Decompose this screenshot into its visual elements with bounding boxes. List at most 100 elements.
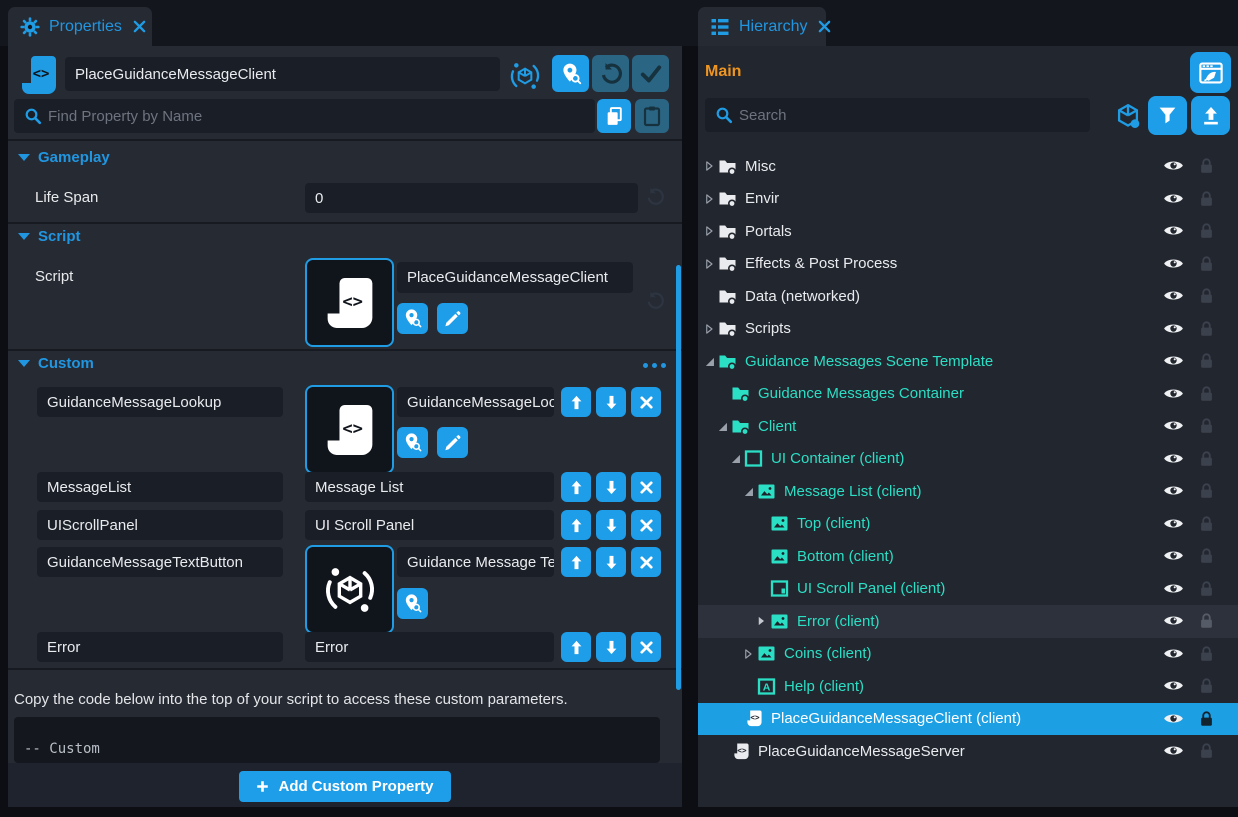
filter-button[interactable] bbox=[1148, 96, 1187, 135]
lock-icon[interactable] bbox=[1200, 677, 1214, 695]
custom-edit-button[interactable] bbox=[437, 427, 468, 458]
expand-arrow-icon[interactable] bbox=[726, 452, 744, 466]
visibility-eye-icon[interactable] bbox=[1163, 711, 1185, 727]
tree-item-guidance-messages-scene-template[interactable]: Guidance Messages Scene Template bbox=[698, 345, 1238, 378]
move-down-button[interactable] bbox=[596, 472, 626, 502]
tree-item-data-networked[interactable]: Data (networked) bbox=[698, 280, 1238, 313]
custom-find-button[interactable] bbox=[397, 588, 428, 619]
tree-item-portals[interactable]: Portals bbox=[698, 215, 1238, 248]
expand-arrow-icon[interactable] bbox=[700, 224, 718, 238]
tree-item-client[interactable]: Client bbox=[698, 410, 1238, 443]
lock-icon[interactable] bbox=[1200, 612, 1214, 630]
lock-icon[interactable] bbox=[1200, 385, 1214, 403]
find-in-scene-button[interactable] bbox=[552, 55, 589, 92]
custom-name-input[interactable] bbox=[37, 632, 283, 662]
tab-properties[interactable]: Properties bbox=[8, 7, 152, 46]
hierarchy-root-label[interactable]: Main bbox=[705, 63, 741, 81]
custom-name-input[interactable] bbox=[37, 547, 283, 577]
remove-button[interactable] bbox=[631, 472, 661, 502]
lock-icon[interactable] bbox=[1200, 222, 1214, 240]
tree-item-envir[interactable]: Envir bbox=[698, 183, 1238, 216]
visibility-eye-icon[interactable] bbox=[1163, 581, 1185, 597]
expand-arrow-icon[interactable] bbox=[752, 614, 770, 628]
tree-item-placeguidancemessageclient-client[interactable]: <>PlaceGuidanceMessageClient (client) bbox=[698, 703, 1238, 736]
lock-icon[interactable] bbox=[1200, 157, 1214, 175]
visibility-eye-icon[interactable] bbox=[1163, 353, 1185, 369]
lock-icon[interactable] bbox=[1200, 352, 1214, 370]
section-custom[interactable]: Custom bbox=[18, 355, 94, 372]
tree-item-placeguidancemessageserver[interactable]: <>PlaceGuidanceMessageServer bbox=[698, 735, 1238, 768]
tree-item-guidance-messages-container[interactable]: Guidance Messages Container bbox=[698, 378, 1238, 411]
tab-hierarchy-close-button[interactable] bbox=[818, 20, 831, 33]
custom-name-input[interactable] bbox=[37, 387, 283, 417]
tab-properties-close-button[interactable] bbox=[133, 20, 146, 33]
confirm-button[interactable] bbox=[632, 55, 669, 92]
template-icon[interactable] bbox=[509, 60, 541, 92]
expand-arrow-icon[interactable] bbox=[739, 484, 757, 498]
cube-select-icon[interactable] bbox=[1114, 102, 1142, 130]
move-up-button[interactable] bbox=[561, 547, 591, 577]
visibility-eye-icon[interactable] bbox=[1163, 743, 1185, 759]
visibility-eye-icon[interactable] bbox=[1163, 516, 1185, 532]
visibility-eye-icon[interactable] bbox=[1163, 386, 1185, 402]
visibility-eye-icon[interactable] bbox=[1163, 158, 1185, 174]
script-value-field[interactable]: PlaceGuidanceMessageClient bbox=[397, 262, 633, 293]
lock-icon[interactable] bbox=[1200, 710, 1214, 728]
move-up-button[interactable] bbox=[561, 510, 591, 540]
lock-icon[interactable] bbox=[1200, 547, 1214, 565]
section-script[interactable]: Script bbox=[18, 228, 81, 245]
lock-icon[interactable] bbox=[1200, 255, 1214, 273]
script-asset-thumbnail[interactable]: <> bbox=[305, 258, 394, 347]
visibility-eye-icon[interactable] bbox=[1163, 321, 1185, 337]
visibility-eye-icon[interactable] bbox=[1163, 288, 1185, 304]
tree-item-ui-scroll-panel-client[interactable]: UI Scroll Panel (client) bbox=[698, 573, 1238, 606]
life-span-input[interactable] bbox=[305, 183, 638, 213]
expand-arrow-icon[interactable] bbox=[700, 354, 718, 368]
remove-button[interactable] bbox=[631, 547, 661, 577]
lock-icon[interactable] bbox=[1200, 190, 1214, 208]
upload-button[interactable] bbox=[1191, 96, 1230, 135]
remove-button[interactable] bbox=[631, 632, 661, 662]
more-options-button[interactable] bbox=[643, 363, 666, 368]
custom-value-field[interactable]: Error bbox=[305, 632, 554, 662]
expand-arrow-icon[interactable] bbox=[739, 647, 757, 661]
lock-icon[interactable] bbox=[1200, 320, 1214, 338]
tree-item-bottom-client[interactable]: Bottom (client) bbox=[698, 540, 1238, 573]
tree-item-error-client[interactable]: Error (client) bbox=[698, 605, 1238, 638]
tree-item-misc[interactable]: Misc bbox=[698, 150, 1238, 183]
add-custom-property-button[interactable]: Add Custom Property bbox=[239, 771, 451, 802]
visibility-eye-icon[interactable] bbox=[1163, 548, 1185, 564]
custom-name-input[interactable] bbox=[37, 472, 283, 502]
remove-button[interactable] bbox=[631, 510, 661, 540]
custom-code-box[interactable]: -- Custom bbox=[14, 717, 660, 763]
visibility-eye-icon[interactable] bbox=[1163, 451, 1185, 467]
tab-hierarchy[interactable]: Hierarchy bbox=[698, 7, 826, 46]
visibility-eye-icon[interactable] bbox=[1163, 483, 1185, 499]
visibility-eye-icon[interactable] bbox=[1163, 191, 1185, 207]
move-up-button[interactable] bbox=[561, 472, 591, 502]
find-property-input[interactable] bbox=[14, 99, 595, 133]
visibility-eye-icon[interactable] bbox=[1163, 613, 1185, 629]
lock-icon[interactable] bbox=[1200, 287, 1214, 305]
expand-arrow-icon[interactable] bbox=[713, 419, 731, 433]
move-up-button[interactable] bbox=[561, 387, 591, 417]
script-edit-button[interactable] bbox=[437, 303, 468, 334]
custom-value-field[interactable]: GuidanceMessageLoo bbox=[397, 387, 554, 417]
custom-value-field[interactable]: UI Scroll Panel bbox=[305, 510, 554, 540]
move-down-button[interactable] bbox=[596, 547, 626, 577]
visibility-eye-icon[interactable] bbox=[1163, 256, 1185, 272]
script-asset-thumbnail[interactable]: <> bbox=[305, 385, 394, 474]
move-down-button[interactable] bbox=[596, 632, 626, 662]
object-name-input[interactable] bbox=[65, 57, 500, 91]
visibility-eye-icon[interactable] bbox=[1163, 418, 1185, 434]
script-find-button[interactable] bbox=[397, 303, 428, 334]
lock-icon[interactable] bbox=[1200, 515, 1214, 533]
hierarchy-search-input[interactable] bbox=[705, 98, 1090, 132]
custom-value-field[interactable]: Guidance Message Te bbox=[397, 547, 554, 577]
tree-item-scripts[interactable]: Scripts bbox=[698, 313, 1238, 346]
move-up-button[interactable] bbox=[561, 632, 591, 662]
expand-arrow-icon[interactable] bbox=[700, 257, 718, 271]
tree-item-ui-container-client[interactable]: UI Container (client) bbox=[698, 443, 1238, 476]
tree-item-help-client[interactable]: AHelp (client) bbox=[698, 670, 1238, 703]
custom-name-input[interactable] bbox=[37, 510, 283, 540]
